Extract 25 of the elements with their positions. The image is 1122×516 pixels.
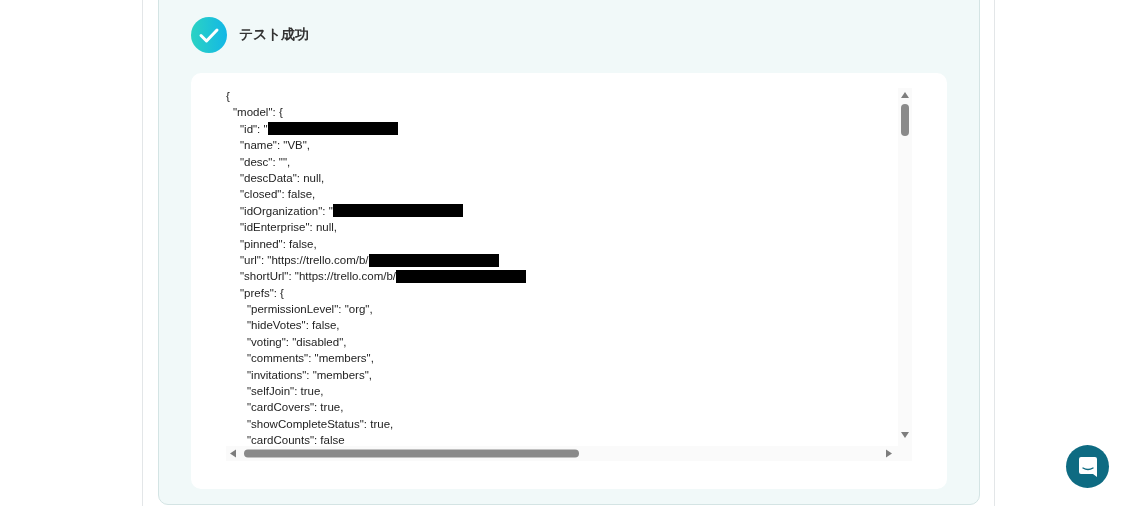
code-line: "shortUrl": "https://trello.com/b/ xyxy=(240,269,397,285)
chat-icon xyxy=(1077,455,1098,478)
code-line: "closed": false, xyxy=(240,187,316,203)
code-line: { xyxy=(226,89,230,104)
code-line: "prefs": { xyxy=(240,285,284,301)
code-line: "cardCounts": false xyxy=(247,433,345,446)
code-line: "desc": "", xyxy=(240,154,291,170)
code-line: "cardCovers": true, xyxy=(247,400,344,416)
code-line: "invitations": "members", xyxy=(247,367,372,383)
code-line: "url": "https://trello.com/b/ xyxy=(240,252,369,268)
code-line: "pinned": false, xyxy=(240,236,317,252)
code-line: "selfJoin": true, xyxy=(247,384,324,400)
code-line: "showCompleteStatus": true, xyxy=(247,416,394,432)
code-line: "id": " xyxy=(240,121,268,137)
code-line: "comments": "members", xyxy=(247,351,374,367)
status-title: テスト成功 xyxy=(239,26,309,44)
code-line: "descData": null, xyxy=(240,170,325,186)
code-line: "voting": "disabled", xyxy=(247,334,347,350)
code-line: "idEnterprise": null, xyxy=(240,220,337,236)
code-line: "hideVotes": false, xyxy=(247,318,340,334)
code-line: "model": { xyxy=(233,105,283,121)
code-line: "name": "VB", xyxy=(240,138,311,154)
code-line: "idOrganization": " xyxy=(240,203,333,219)
chat-button[interactable] xyxy=(1066,445,1109,488)
code-line: "permissionLevel": "org", xyxy=(247,302,373,318)
